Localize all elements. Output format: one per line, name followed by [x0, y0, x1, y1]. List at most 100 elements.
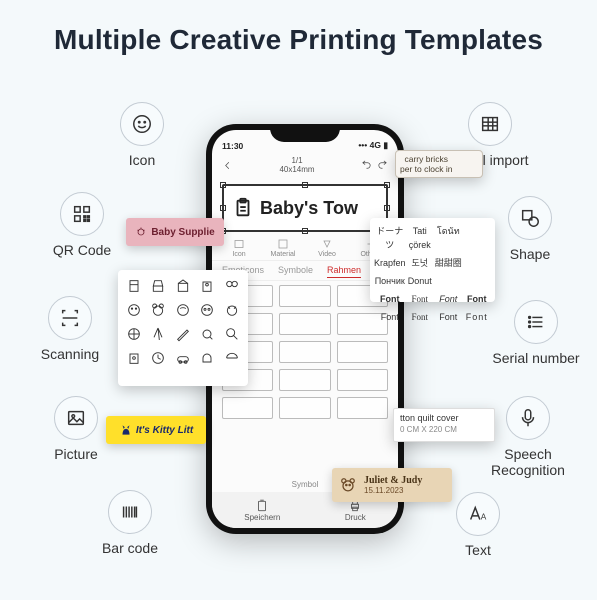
icon-item[interactable]: [126, 326, 142, 342]
font-sample: [463, 272, 492, 290]
icon-item[interactable]: [224, 350, 240, 366]
feature-label: Icon: [82, 152, 202, 168]
feature-icon: Icon: [82, 102, 202, 168]
sample-label-bricks: carry bricks per to clock in: [395, 150, 483, 178]
icon-item[interactable]: [224, 278, 240, 294]
yellow-text: It's Kitty Litt: [136, 425, 193, 436]
app-bar: 1/1 40x14mm: [212, 152, 398, 178]
font-sample: โดนัท: [434, 222, 462, 254]
juliet-name: Juliet & Judy: [364, 476, 422, 486]
icon-item[interactable]: [199, 302, 215, 318]
frame-option[interactable]: [279, 397, 330, 419]
feature-scanning: Scanning: [10, 296, 130, 362]
feature-label: QR Code: [22, 242, 142, 258]
page-title: Multiple Creative Printing Templates: [0, 0, 597, 56]
icon-item[interactable]: [199, 326, 215, 342]
font-sample: [463, 254, 492, 272]
feature-label: Text: [418, 542, 538, 558]
tab-frames[interactable]: Rahmen: [327, 265, 361, 278]
smiley-icon: [120, 102, 164, 146]
font-sample: ドーナツ: [374, 222, 406, 254]
icon-item[interactable]: [150, 302, 166, 318]
paper-size: 40x14mm: [279, 165, 314, 174]
frame-option[interactable]: [337, 369, 388, 391]
undo-icon[interactable]: [361, 160, 372, 171]
frame-option[interactable]: [279, 313, 330, 335]
font-sample: Font: [374, 290, 406, 308]
cat-icon: [119, 423, 133, 437]
picture-icon: [54, 396, 98, 440]
back-icon[interactable]: [222, 160, 233, 171]
icon-item[interactable]: [175, 350, 191, 366]
scan-icon: [48, 296, 92, 340]
tool-item[interactable]: Icon: [222, 238, 256, 258]
icon-item[interactable]: [126, 350, 142, 366]
tool-item[interactable]: Video: [310, 238, 344, 258]
icon-item[interactable]: [175, 278, 191, 294]
font-sample: Font: [406, 308, 434, 326]
bug-icon: [135, 226, 147, 238]
icon-item[interactable]: [126, 278, 142, 294]
icon-item[interactable]: [150, 326, 166, 342]
bricks-text: carry bricks per to clock in: [400, 154, 452, 174]
icon-item[interactable]: [224, 326, 240, 342]
icon-item[interactable]: [150, 278, 166, 294]
bear-icon: [338, 475, 358, 495]
font-sample: Krapfen: [374, 254, 406, 272]
font-sample: Font: [434, 290, 462, 308]
cotton-dimensions: 0 CM X 220 CM: [400, 424, 488, 436]
svg-text:A: A: [481, 513, 487, 522]
shape-icon: [508, 196, 552, 240]
feature-label: Picture: [16, 446, 136, 462]
font-sample: Font: [463, 308, 492, 326]
font-sample: Пончик: [374, 272, 406, 290]
font-sample: [434, 272, 462, 290]
feature-label: Bar code: [70, 540, 190, 556]
font-sample: [463, 222, 492, 254]
icon-item[interactable]: [126, 302, 142, 318]
pink-text: Baby Supplie: [151, 227, 214, 238]
icon-picker-card: [118, 270, 248, 386]
feature-serial: Serial number: [476, 300, 596, 366]
sample-label-yellow: It's Kitty Litt: [106, 416, 206, 444]
redo-icon[interactable]: [377, 160, 388, 171]
mic-icon: [506, 396, 550, 440]
icon-item[interactable]: [199, 350, 215, 366]
icon-item[interactable]: [175, 302, 191, 318]
font-sample: Donut: [406, 272, 434, 290]
icon-item[interactable]: [175, 326, 191, 342]
label-text[interactable]: Baby's Tow: [260, 198, 358, 219]
clipboard-icon: [232, 197, 254, 219]
font-sample: Tati çörek: [406, 222, 434, 254]
feature-label: Speech Recognition: [468, 446, 588, 478]
feature-qr: QR Code: [22, 192, 142, 258]
feature-label: Scanning: [10, 346, 130, 362]
icon-item[interactable]: [224, 302, 240, 318]
barcode-icon: [108, 490, 152, 534]
grid-icon: [468, 102, 512, 146]
frame-option[interactable]: [337, 341, 388, 363]
font-sample: 도넛: [406, 254, 434, 272]
feature-barcode: Bar code: [70, 490, 190, 556]
status-time: 11:30: [222, 141, 243, 151]
save-button[interactable]: Speichern: [244, 499, 280, 522]
frame-option[interactable]: [337, 397, 388, 419]
icon-item[interactable]: [150, 350, 166, 366]
qr-icon: [60, 192, 104, 236]
font-sample: Font: [406, 290, 434, 308]
frame-option[interactable]: [222, 397, 273, 419]
cotton-title: tton quilt cover: [400, 412, 488, 424]
font-sample: Font: [434, 308, 462, 326]
icon-item[interactable]: [199, 278, 215, 294]
tab-symbols[interactable]: Symbole: [278, 265, 313, 278]
tool-item[interactable]: Material: [266, 238, 300, 258]
text-icon: A: [456, 492, 500, 536]
frame-option[interactable]: [279, 369, 330, 391]
frame-option[interactable]: [279, 285, 330, 307]
sample-label-pink: Baby Supplie: [126, 218, 224, 246]
font-sample: 甜甜圈: [434, 254, 462, 272]
label-canvas[interactable]: Baby's Tow: [222, 184, 388, 232]
frame-option[interactable]: [279, 341, 330, 363]
font-sample: Font: [463, 290, 492, 308]
feature-label: Serial number: [476, 350, 596, 366]
